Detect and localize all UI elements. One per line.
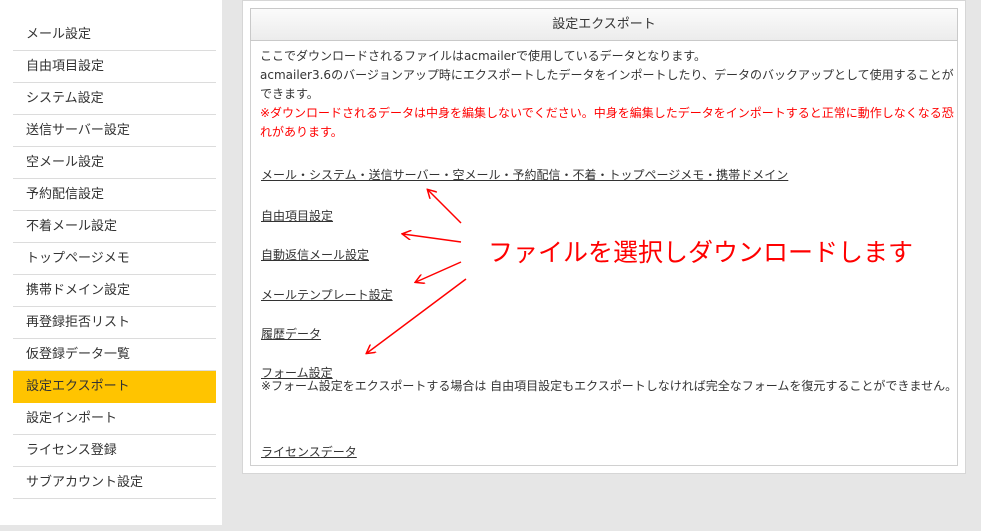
arrow-to-general <box>428 190 462 224</box>
arrow-to-auto-reply <box>403 234 462 243</box>
annotation-callout: ファイルを選択しダウンロードします <box>488 238 914 267</box>
arrow-to-form <box>367 278 467 353</box>
arrow-to-template <box>416 261 462 282</box>
